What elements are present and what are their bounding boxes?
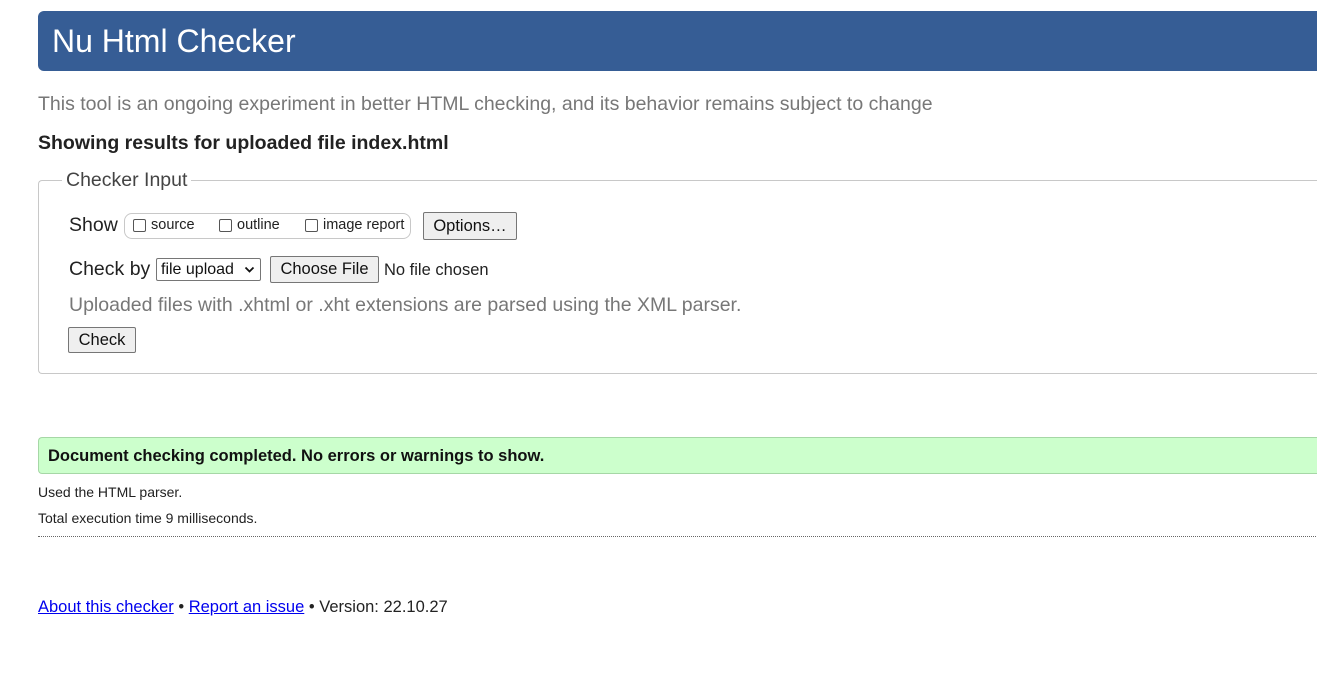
show-outline-option[interactable]: outline	[219, 217, 280, 233]
chevron-down-icon	[244, 266, 255, 273]
image-report-checkbox-label: image report	[323, 217, 405, 233]
execution-time: Total execution time 9 milliseconds.	[38, 510, 258, 526]
show-label: Show	[69, 214, 118, 236]
check-by-select[interactable]: file upload	[156, 258, 261, 281]
page-title: Nu Html Checker	[52, 23, 296, 59]
parser-note: Used the HTML parser.	[38, 484, 183, 500]
source-checkbox-label: source	[151, 217, 195, 233]
results-heading: Showing results for uploaded file index.…	[38, 132, 449, 154]
version-text: Version: 22.10.27	[319, 598, 448, 616]
check-button[interactable]: Check	[68, 327, 136, 353]
check-by-label: Check by	[69, 258, 151, 280]
file-status: No file chosen	[384, 261, 489, 279]
page-header: Nu Html Checker	[38, 11, 1317, 71]
tagline: This tool is an ongoing experiment in be…	[38, 93, 933, 115]
success-message: Document checking completed. No errors o…	[48, 447, 545, 465]
report-issue-link[interactable]: Report an issue	[189, 598, 305, 616]
choose-file-button[interactable]: Choose File	[270, 256, 379, 283]
outline-checkbox-label: outline	[237, 217, 280, 233]
show-options-group: source outline image report	[124, 213, 411, 239]
check-by-selected-value: file upload	[161, 260, 234, 278]
options-button[interactable]: Options…	[423, 212, 517, 240]
xml-parser-note: Uploaded files with .xhtml or .xht exten…	[69, 294, 742, 316]
show-image-report-option[interactable]: image report	[305, 217, 404, 233]
footer: About this checker • Report an issue • V…	[38, 597, 448, 617]
footer-separator: •	[178, 598, 185, 616]
success-message-box: Document checking completed. No errors o…	[38, 437, 1317, 474]
show-source-option[interactable]: source	[133, 217, 195, 233]
footer-separator: •	[308, 598, 315, 616]
source-checkbox[interactable]	[133, 218, 146, 232]
image-report-checkbox[interactable]	[305, 218, 318, 232]
outline-checkbox[interactable]	[219, 218, 232, 232]
checker-input-legend: Checker Input	[62, 168, 192, 192]
about-link[interactable]: About this checker	[38, 598, 174, 616]
divider	[38, 536, 1317, 537]
